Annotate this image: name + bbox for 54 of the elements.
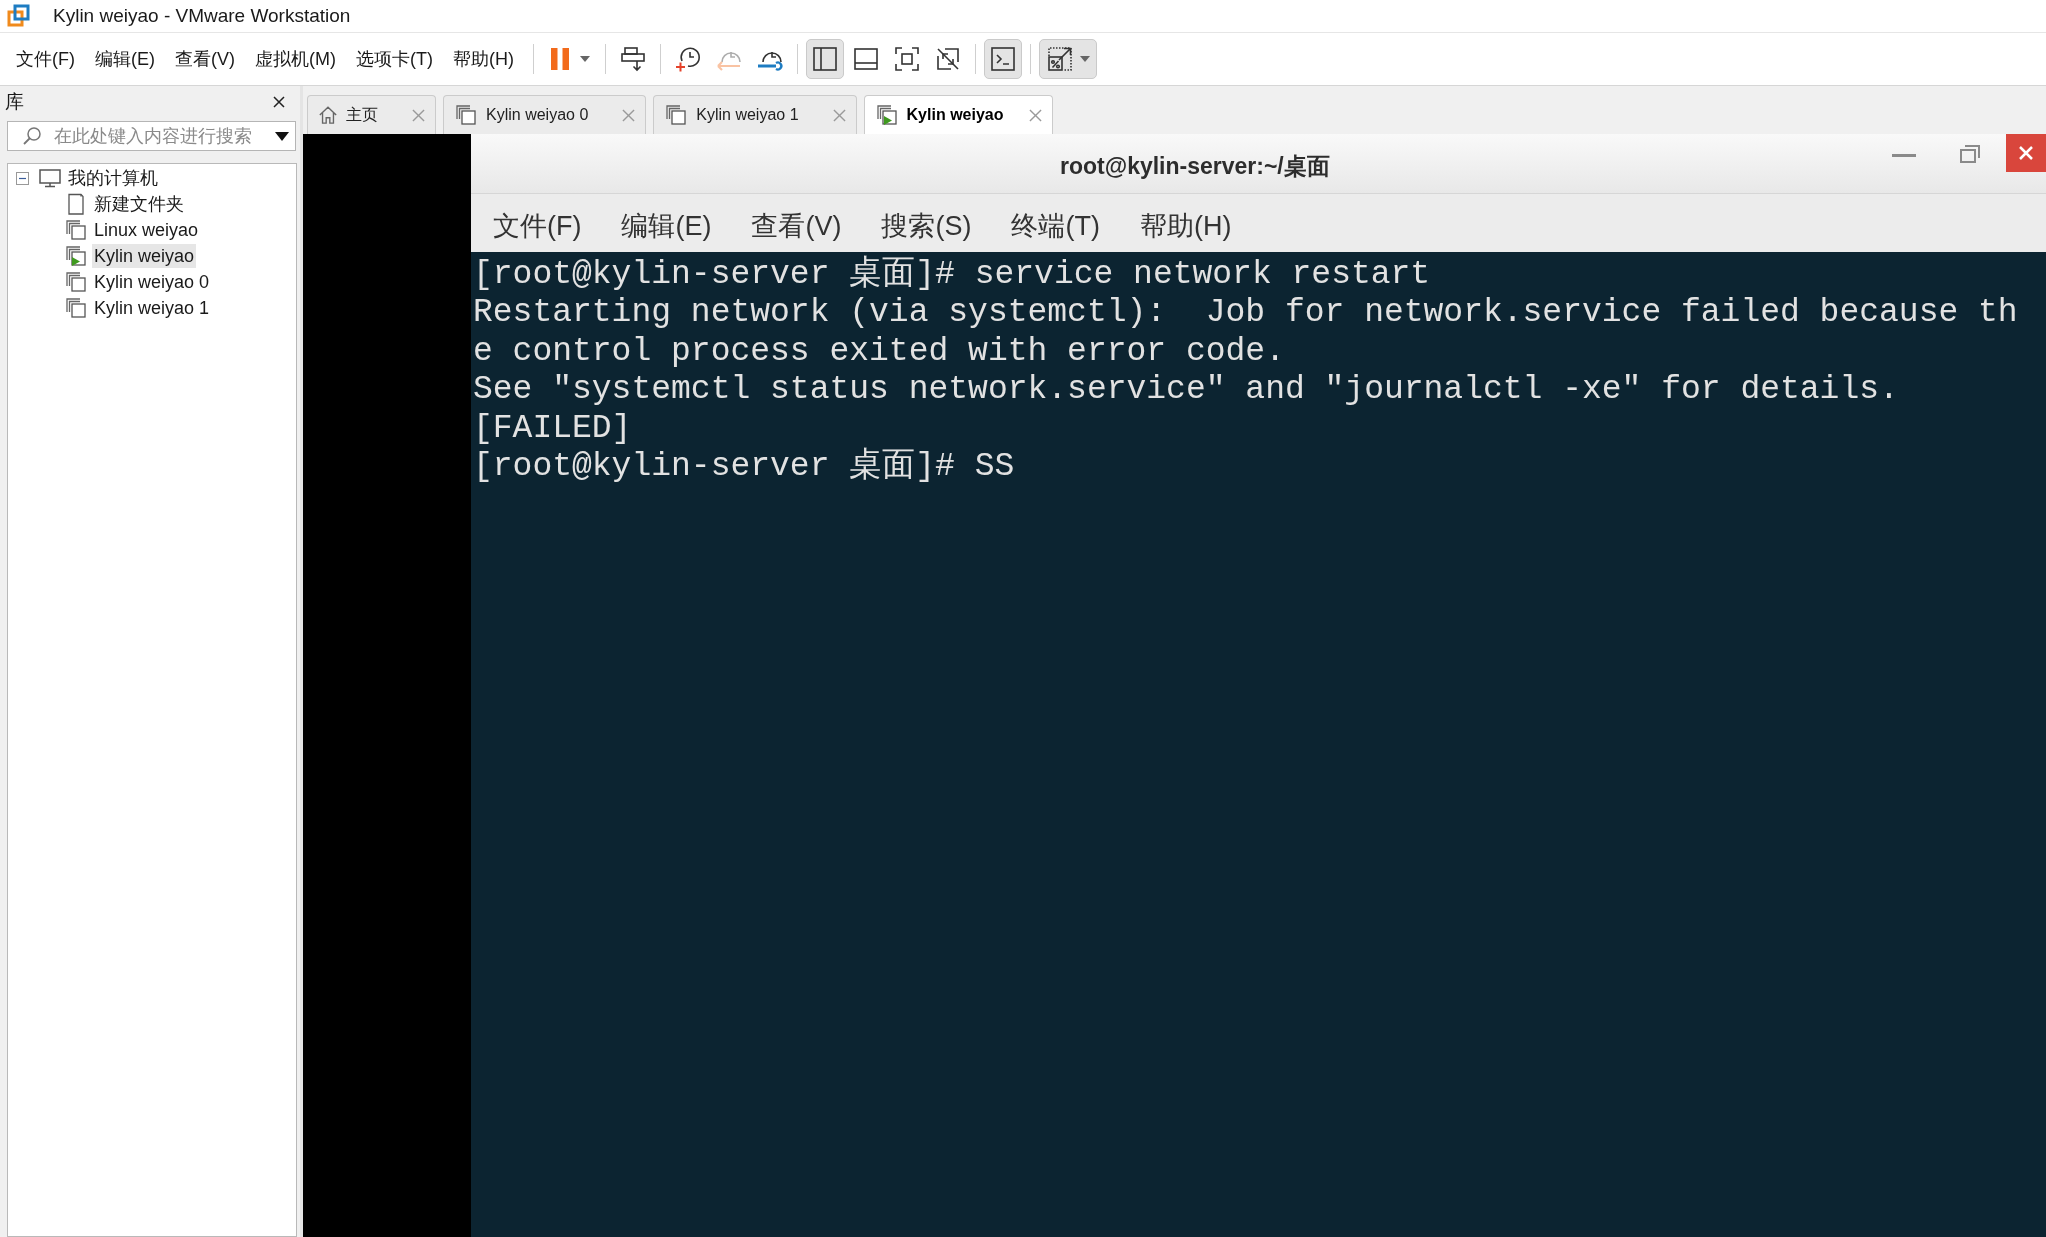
tab[interactable]: Kylin weiyao 1 [653,95,857,134]
dropdown-icon[interactable] [275,131,289,141]
panel-title: 库 [5,90,24,114]
tree-item[interactable]: 我的计算机 [66,166,160,190]
minimize-icon[interactable] [1892,154,1916,158]
menu-item[interactable]: 查看(V) [751,208,842,244]
bottom-panel-icon [851,45,880,73]
terminal-line: See "systemctl status network.service" and "journalctl -xe" for details. [473,371,1899,410]
logo-icon [7,4,31,28]
restore-icon[interactable] [1960,145,1980,163]
terminal-line: Restarting network (via systemctl): Job for network.service failed because th [473,294,2018,333]
tab[interactable]: Kylin weiyao [863,95,1054,134]
library-button[interactable] [805,39,844,79]
terminal-line: [root@kylin-server 桌面]# service network restart [473,256,1431,295]
menu-item[interactable]: 虚拟机(M) [245,43,346,75]
stretch-icon [1045,45,1074,73]
terminal-title: root@kylin-server:~/桌面 [1060,152,1330,181]
menu-item[interactable]: 编辑(E) [85,43,165,75]
search-field[interactable]: 在此处键入内容进行搜索 [7,121,296,151]
console-icon [988,45,1017,73]
window-title: Kylin weiyao - VMware Workstation [53,5,351,27]
menu-item[interactable]: 搜索(S) [881,208,972,244]
fullscreen-icon [892,45,921,73]
menu-item[interactable]: 选项卡(T) [345,43,443,75]
tab[interactable]: 主页 [307,95,436,134]
menu-item[interactable]: 文件(F) [493,208,582,244]
search-icon [22,126,42,146]
terminal-line: [FAILED] [473,409,632,449]
tab[interactable]: Kylin weiyao 0 [443,95,647,134]
collapse-icon[interactable] [16,171,29,185]
tree-item[interactable]: Linux weiyao [92,218,201,242]
menu-item[interactable]: 帮助(H) [1139,208,1232,244]
menu-item[interactable]: 终端(T) [1011,208,1100,244]
console-view-button[interactable] [983,39,1022,79]
close-icon[interactable] [273,96,285,108]
caret-icon [579,56,590,62]
sidebar-layout-icon [810,45,839,73]
menu-item[interactable]: 查看(V) [165,43,245,75]
menu-item[interactable]: 编辑(E) [621,208,712,244]
keyboard-arrow-icon [618,45,647,73]
caret-icon [1079,56,1090,62]
clock-plus-icon [673,45,702,73]
terminal-line: e control process exited with error code. [473,332,1285,372]
tree-item[interactable]: 新建文件夹 [92,192,186,216]
close-button[interactable] [2006,134,2046,172]
tree-item[interactable]: Kylin weiyao 1 [92,296,212,320]
stretch-button[interactable] [1038,39,1097,79]
monitor-icon [38,167,62,189]
menu-item[interactable]: 文件(F) [6,43,85,75]
tree-item[interactable]: Kylin weiyao 0 [92,270,212,294]
tree-item[interactable]: Kylin weiyao [92,244,197,268]
menu-item[interactable]: 帮助(H) [442,43,524,75]
terminal-line: [root@kylin-server 桌面]# SS [473,448,1015,487]
close-icon [2018,145,2034,161]
